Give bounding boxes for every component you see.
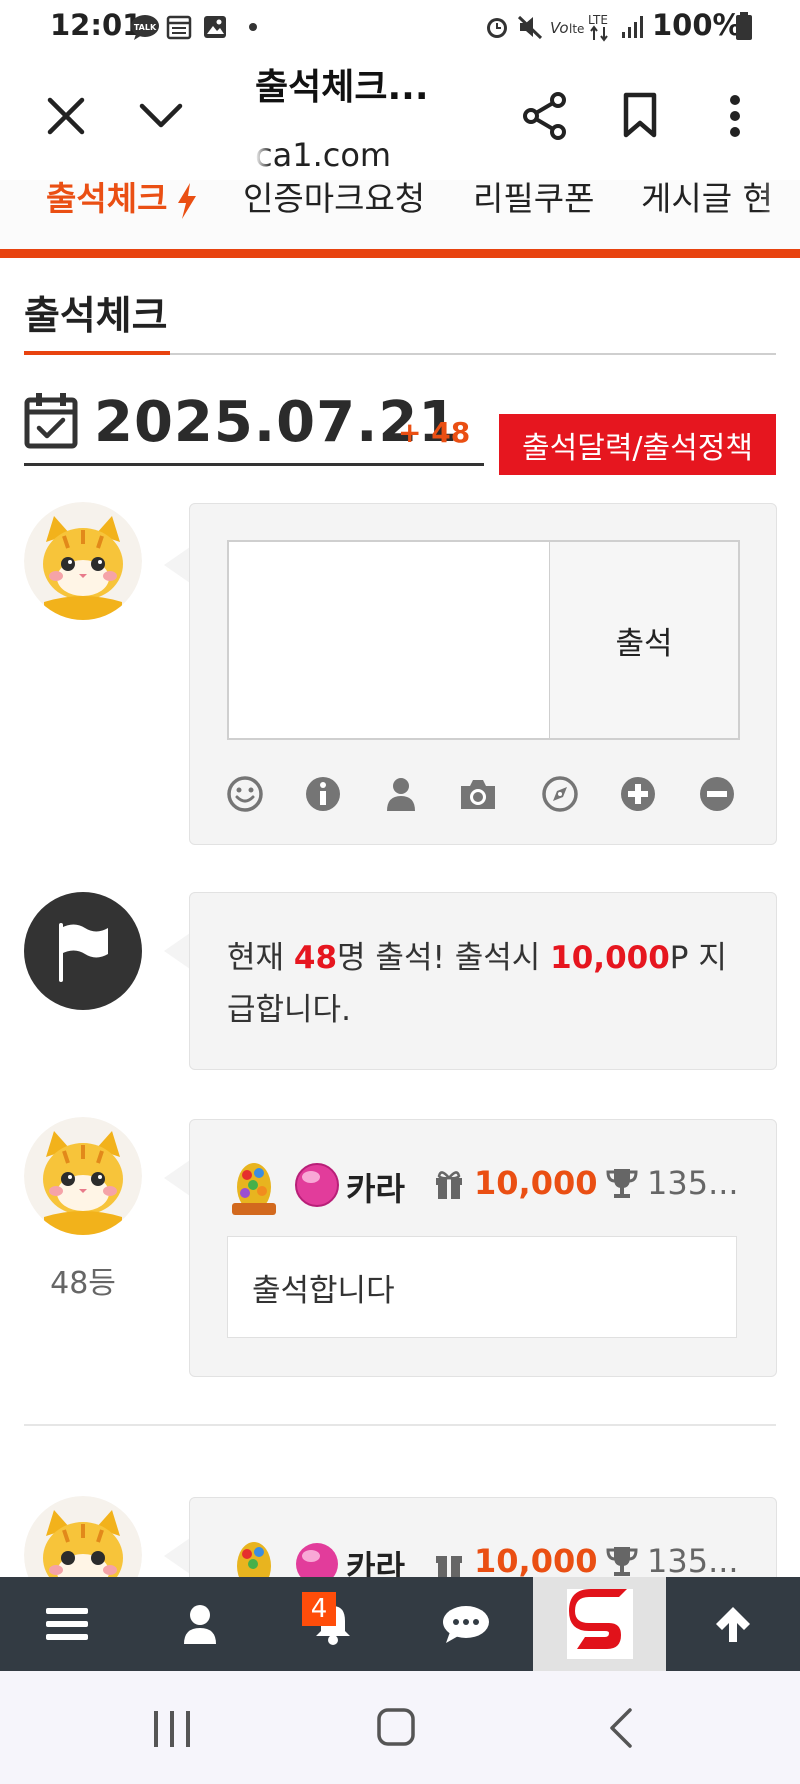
notice-text: 명 출석! 출석시 (337, 940, 551, 976)
date-underline (24, 463, 484, 466)
attendance-count: + 48 (398, 416, 471, 449)
level-badge-icon (232, 1163, 276, 1215)
category-nav: 출석체크 인증마크요청 리필쿠폰 게시글 현 (0, 180, 800, 256)
recent-apps-icon[interactable] (152, 1709, 192, 1749)
alarm-icon (487, 18, 507, 38)
trophy-value: 135... (647, 1542, 739, 1580)
more-options-icon[interactable] (724, 94, 746, 138)
chat-button[interactable] (399, 1577, 532, 1671)
nav-item-cert-request[interactable]: 인증마크요청 (243, 180, 425, 218)
username[interactable]: 카라 (346, 1164, 405, 1210)
nav-item-attendance[interactable]: 출석체크 (46, 180, 167, 218)
comment-textarea[interactable] (227, 540, 553, 740)
svg-text:lte: lte (569, 22, 584, 36)
page-title: 출석체크... (255, 67, 429, 108)
camera-icon[interactable] (458, 774, 498, 814)
menu-button[interactable] (0, 1577, 133, 1671)
calendar-check-icon (24, 393, 78, 449)
bottom-app-bar (0, 1577, 800, 1671)
signal-icon (622, 16, 643, 38)
notice-text: 현재 (227, 940, 294, 976)
nav-fade (760, 180, 800, 240)
trophy-icon (606, 1547, 638, 1576)
talk-icon: TALK (131, 15, 159, 40)
nav-item-label: 리필쿠폰 (473, 180, 595, 218)
comment-text: 출석합니다 (227, 1236, 737, 1338)
gift-icon (436, 1171, 462, 1199)
pink-gem-icon (295, 1163, 339, 1207)
volte-icon: Vo lte (550, 19, 584, 37)
mute-icon (517, 15, 543, 40)
status-time: 12:01 (50, 8, 143, 42)
avatar (24, 502, 142, 620)
lte-icon: LTE (588, 13, 608, 42)
scroll-top-button[interactable] (666, 1577, 800, 1671)
url-fade (255, 136, 271, 176)
bubble-tail (164, 933, 190, 969)
menu-icon (45, 1608, 88, 1640)
notice-count: 48 (293, 940, 338, 976)
nav-item-label: 게시글 현 (641, 180, 773, 218)
section-title: 출석체크 (24, 294, 168, 339)
calendar-icon (166, 15, 192, 40)
battery-icon (736, 12, 752, 40)
arrow-up-icon (716, 1607, 750, 1642)
nav-item-label: 출석체크 (46, 180, 168, 218)
entry-divider (24, 1424, 776, 1426)
status-bar: 12:01 TALK Vo lte LTE 100% (0, 0, 800, 56)
compass-icon[interactable] (540, 774, 580, 814)
lightning-icon (178, 183, 196, 219)
trophy-value: 135... (647, 1164, 739, 1202)
smile-icon[interactable] (225, 774, 265, 814)
nav-item-posts[interactable]: 게시글 현 (641, 180, 773, 218)
system-nav-bar (0, 1671, 800, 1784)
svg-text:Vo: Vo (550, 19, 569, 37)
attendance-calendar-button[interactable]: 출석달력/출석정책 (499, 414, 776, 475)
points-value: 10,000 (474, 1164, 598, 1202)
nav-underline (0, 249, 800, 258)
nav-item-label: 인증마크요청 (243, 180, 426, 218)
rank-label: 48등 (50, 1266, 116, 1301)
attendance-notice: 현재 48명 출석! 출석시 10,000P 지급합니다. (227, 932, 747, 1036)
points-value: 10,000 (474, 1542, 598, 1580)
site-logo-button[interactable] (533, 1577, 666, 1671)
gallery-icon (204, 16, 226, 38)
trophy-icon (606, 1169, 638, 1198)
section-title-underline (24, 351, 170, 355)
dot-icon (249, 23, 257, 31)
user-icon[interactable] (381, 774, 421, 814)
svg-text:TALK: TALK (134, 23, 157, 32)
user-icon (183, 1605, 216, 1644)
bookmark-icon[interactable] (622, 92, 658, 138)
notice-points: 10,000 (550, 940, 670, 976)
chat-icon (442, 1606, 489, 1643)
back-icon[interactable] (608, 1707, 634, 1749)
notification-badge: 4 (302, 1592, 336, 1626)
plus-circle-icon[interactable] (618, 774, 658, 814)
svg-text:LTE: LTE (588, 13, 608, 27)
site-logo (566, 1589, 633, 1659)
home-icon[interactable] (376, 1707, 416, 1747)
nav-item-refill-coupon[interactable]: 리필쿠폰 (473, 180, 594, 218)
info-icon[interactable] (303, 774, 343, 814)
flag-avatar-icon (24, 892, 142, 1010)
bubble-tail (164, 1538, 190, 1574)
bubble-tail (164, 547, 190, 583)
profile-button[interactable] (133, 1577, 266, 1671)
share-icon[interactable] (522, 92, 568, 140)
minus-circle-icon[interactable] (697, 774, 737, 814)
chevron-down-icon[interactable] (138, 100, 184, 130)
gift-icon (436, 1556, 462, 1577)
attend-submit-button[interactable]: 출석 (549, 540, 740, 740)
avatar[interactable] (24, 1117, 142, 1235)
page-url[interactable]: ca1.com (255, 136, 391, 174)
battery-percent: 100% (652, 8, 742, 42)
close-icon[interactable] (46, 96, 86, 136)
bubble-tail (164, 1160, 190, 1196)
